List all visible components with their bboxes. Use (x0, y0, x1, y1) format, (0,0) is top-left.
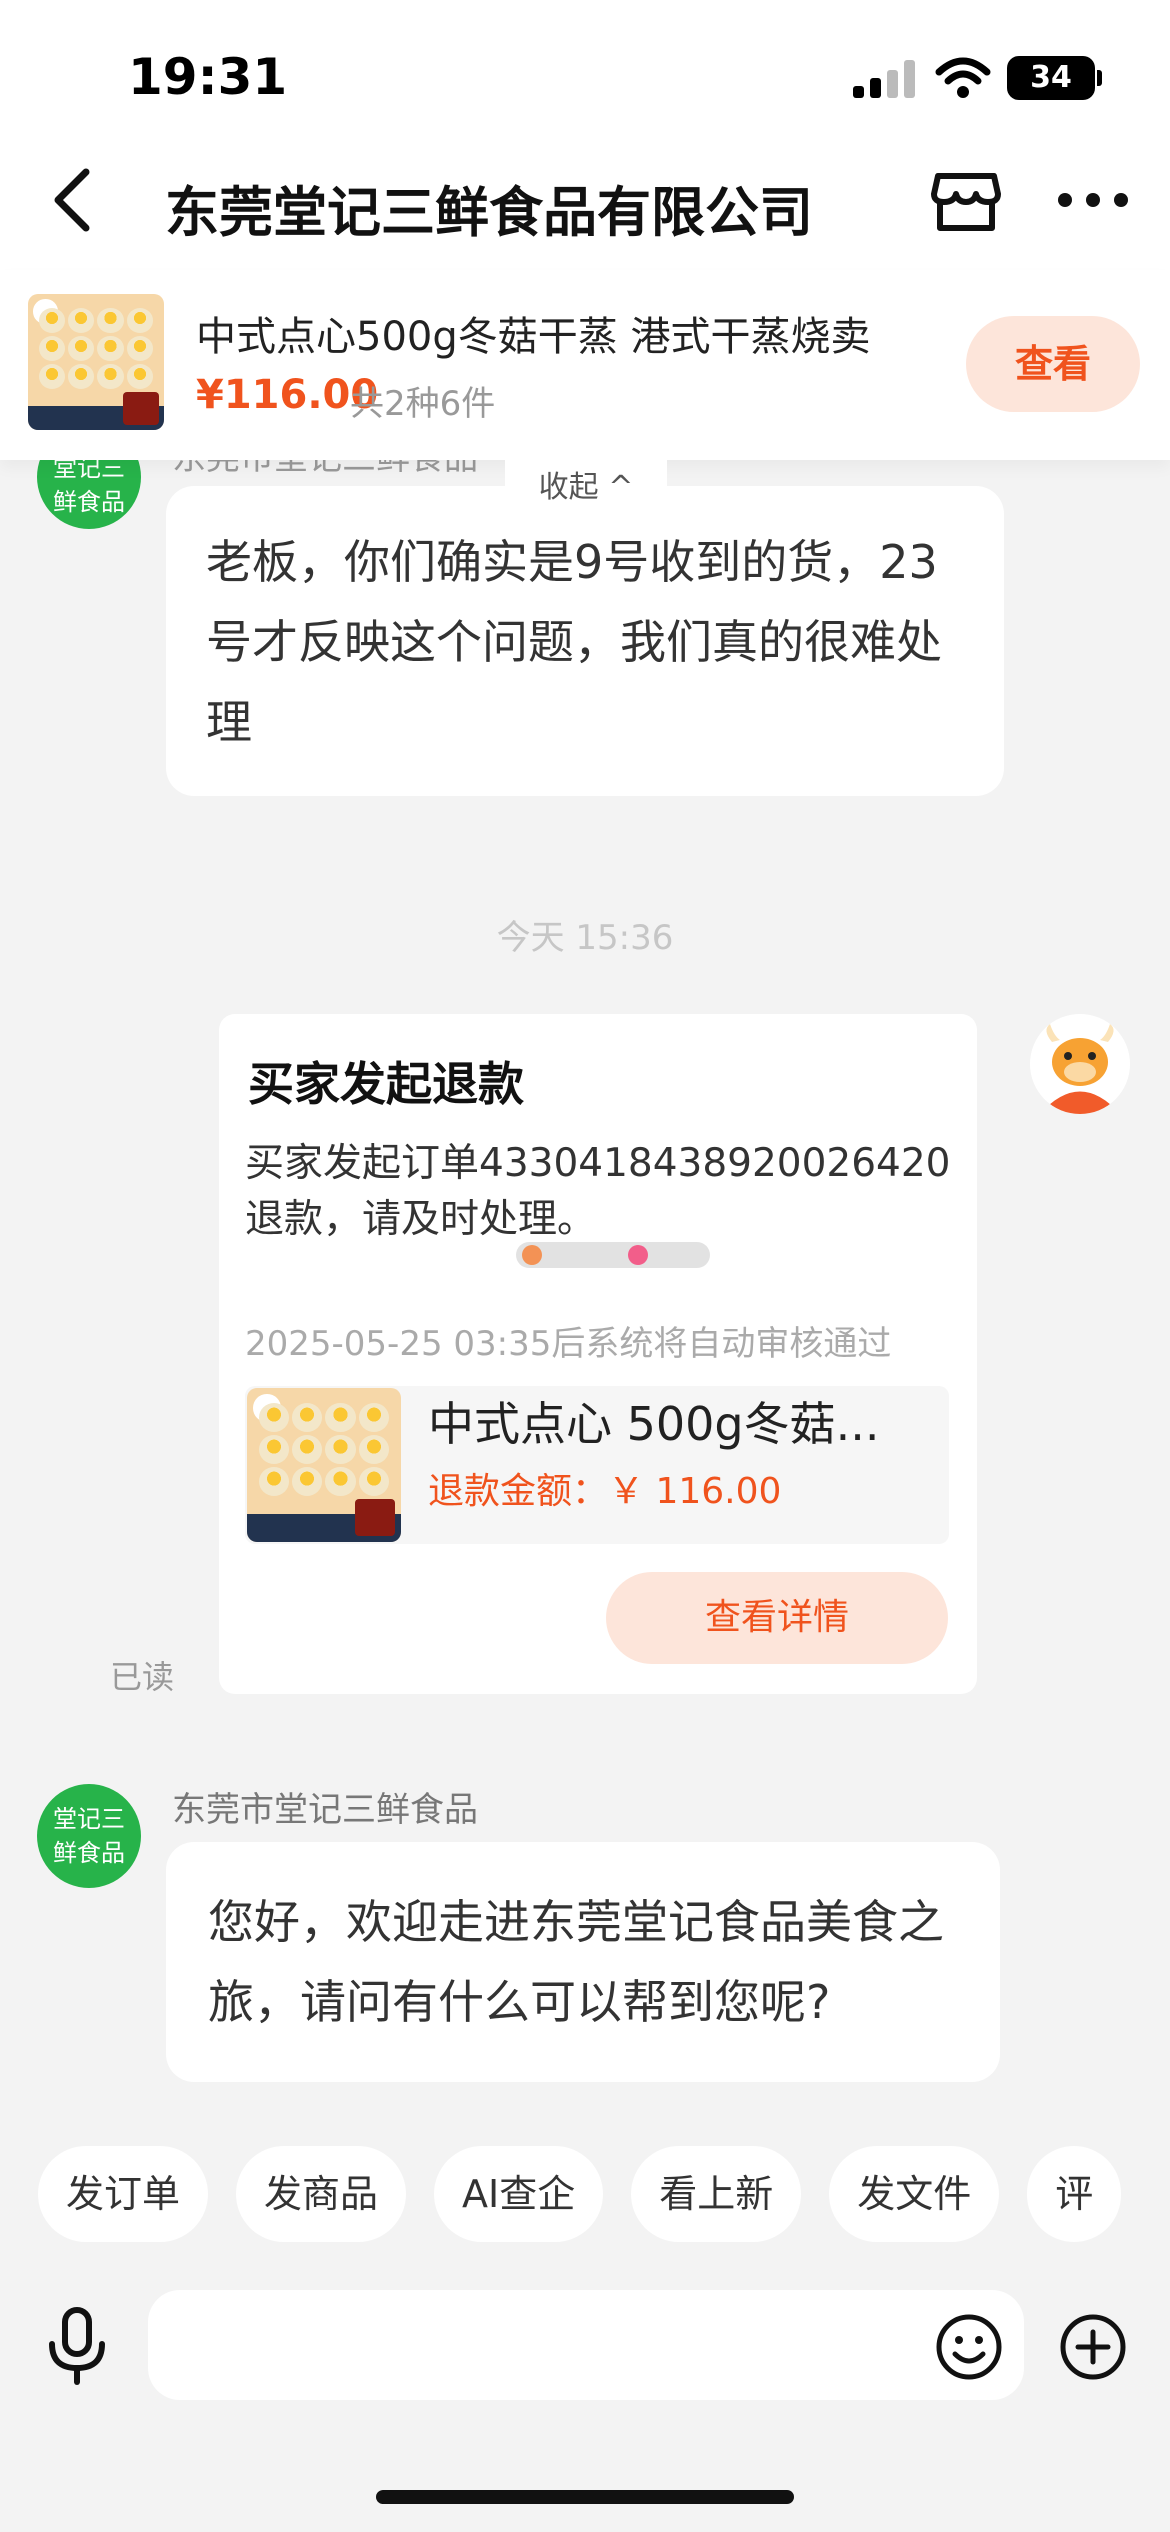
avatar-text: 堂记三 鲜食品 (53, 1805, 125, 1867)
refund-product-thumbnail (247, 1388, 401, 1542)
product-count: 共2种6件 (350, 384, 496, 424)
quick-actions: 发订单 发商品 AI查企 看上新 发文件评 (38, 2146, 1170, 2242)
refund-card-body: 买家发起订单4330418438920026420退款，请及时处理。 (245, 1141, 951, 1242)
product-thumbnail (28, 294, 164, 430)
refund-amount: 退款金额：￥ 116.00 (428, 1471, 782, 1512)
cow-avatar-icon[interactable] (1030, 1014, 1130, 1114)
seller-avatar[interactable]: 堂记三 鲜食品 (37, 1784, 141, 1888)
mic-icon[interactable] (42, 2306, 112, 2386)
battery-tip (1097, 70, 1102, 86)
chip-ai-company[interactable]: AI查企 (434, 2146, 604, 2242)
more-icon[interactable] (1058, 190, 1130, 210)
signal-icon (853, 58, 915, 98)
home-indicator (376, 2490, 794, 2504)
watermark (516, 1242, 710, 1268)
time-separator: 今天 15:36 (496, 918, 674, 958)
plus-icon[interactable] (1058, 2312, 1128, 2382)
store-icon[interactable] (928, 162, 1004, 238)
status-bar: 19:31 34 (0, 0, 1170, 150)
refund-card-title: 买家发起退款 (248, 1057, 524, 1111)
message-bubble: 老板，你们确实是9号收到的货，23号才反映这个问题，我们真的很难处理 (166, 486, 1004, 796)
read-status: 已读 (110, 1658, 175, 1696)
status-time: 19:31 (128, 48, 288, 106)
chip-send-product[interactable]: 发商品 (236, 2146, 407, 2242)
chip-send-file[interactable]: 发文件 (829, 2146, 1000, 2242)
chip-review[interactable]: 评 (1027, 2146, 1122, 2242)
refund-product-name: 中式点心 500g冬菇... (428, 1397, 880, 1451)
refund-deadline: 2025-05-25 03:35后系统将自动审核通过 (245, 1324, 892, 1364)
chip-new-arrivals[interactable]: 看上新 (631, 2146, 802, 2242)
product-title: 中式点心500g冬菇干蒸 港式干蒸烧卖 (196, 314, 871, 360)
sender-name: 东莞市堂记三鲜食品 (172, 1790, 478, 1830)
emoji-icon[interactable] (934, 2312, 1004, 2382)
battery-icon: 34 (1007, 56, 1095, 100)
back-icon[interactable] (42, 160, 102, 240)
view-details-button[interactable]: 查看详情 (606, 1572, 948, 1664)
view-product-button[interactable]: 查看 (966, 316, 1140, 412)
wifi-icon (935, 57, 991, 98)
avatar-text: 堂记三 鲜食品 (53, 454, 125, 516)
message-bubble: 您好，欢迎走进东莞堂记食品美食之旅，请问有什么可以帮到您呢? (166, 1842, 1000, 2082)
chip-send-order[interactable]: 发订单 (38, 2146, 209, 2242)
page-title: 东莞堂记三鲜食品有限公司 (165, 181, 813, 244)
message-input[interactable] (148, 2290, 1024, 2400)
collapse-button[interactable]: 收起 ^ (505, 458, 667, 518)
